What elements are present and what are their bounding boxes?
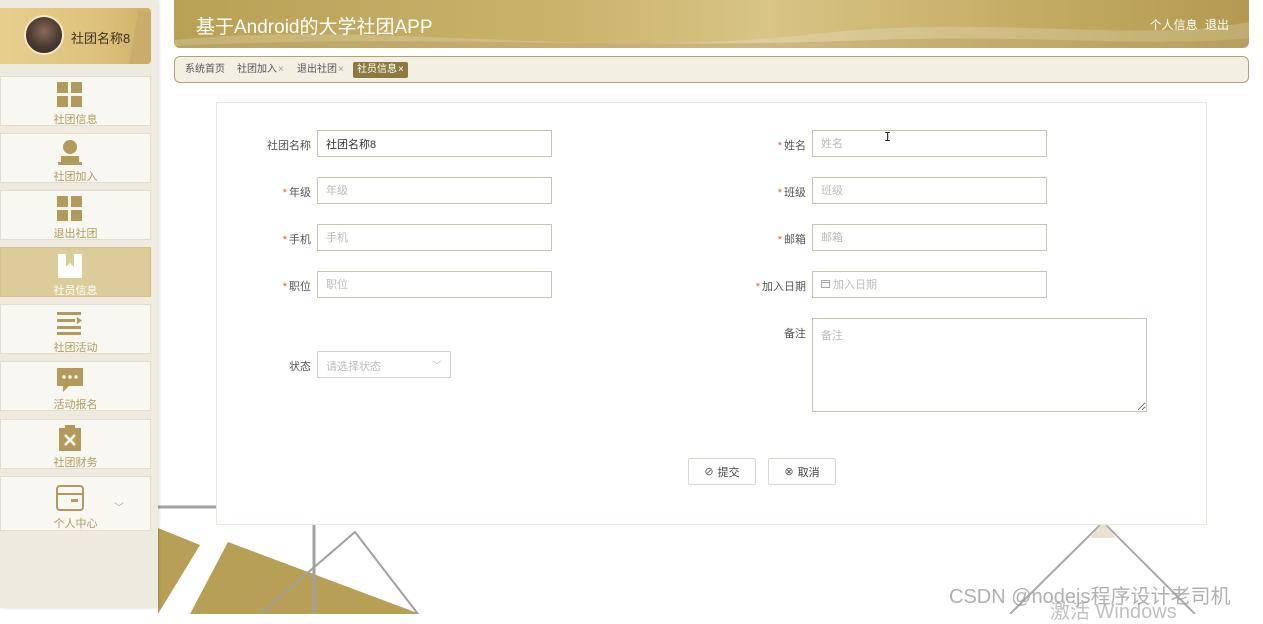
header-links: 个人信息 退出 [1146,16,1229,33]
remarks-textarea[interactable] [812,318,1147,412]
required-mark: * [282,281,287,293]
class-label: * 班级 [777,187,806,199]
tab-join-club[interactable]: 社团加入× [233,62,288,78]
text-cursor-icon: I [884,130,892,144]
join-date-field[interactable] [812,271,1047,298]
email-label: * 邮箱 [777,234,806,246]
join-date-label: * 加入日期 [755,281,806,293]
position-label: * 职位 [282,281,311,293]
grade-label: * 年级 [282,187,311,199]
sidebar-item-club-activity[interactable]: 社团活动 [0,304,151,354]
class-field[interactable] [812,177,1047,204]
submit-button[interactable]: ⊘ 提交 [688,458,756,485]
card-icon [56,485,84,511]
bookmark-icon [58,254,82,278]
sidebar-item-label: 个人中心 [53,518,98,530]
user-icon [58,140,82,165]
sidebar-item-label: 社员信息 [53,285,98,297]
sidebar-item-label: 社团信息 [53,114,98,126]
sidebar-item-club-info[interactable]: 社团信息 [0,76,151,126]
tab-label: 社员信息 [357,64,397,75]
app-title: 基于Android的大学社团APP [196,17,433,38]
calendar-icon [821,280,830,288]
name-label: * 姓名 [777,140,806,152]
logout-link[interactable]: 退出 [1205,18,1229,32]
close-icon[interactable]: × [278,64,284,75]
tab-label: 退出社团 [297,64,337,75]
status-label: 状态 [289,361,311,373]
sidebar-item-quit-club[interactable]: 退出社团 [0,190,151,240]
chevron-down-icon: ﹀ [432,361,442,372]
cancel-button[interactable]: ⊗ 取消 [768,458,836,485]
chat-icon [57,368,83,392]
profile-name: 社团名称8 [71,31,131,46]
required-mark: * [777,187,782,199]
profile-card-fold [127,10,151,64]
required-mark: * [755,281,760,293]
sidebar-item-join-club[interactable]: 社团加入 [0,133,151,183]
sidebar-item-member-info[interactable]: 社员信息 [0,247,151,297]
close-icon[interactable]: × [398,64,404,75]
club-name-label: 社团名称 [267,140,311,152]
grade-field[interactable] [317,177,552,204]
grid-icon [57,196,82,221]
avatar [24,15,64,55]
sidebar-item-label: 社团财务 [53,457,98,469]
status-select-placeholder: 请选择状态 [326,361,381,373]
required-mark: * [777,234,782,246]
email-field[interactable] [812,224,1047,251]
tab-member-info[interactable]: 社员信息× [353,62,408,78]
profile-card[interactable]: 社团名称8 [0,8,151,64]
sidebar-item-club-finance[interactable]: 社团财务 [0,419,151,469]
status-select[interactable]: 请选择状态 ﹀ [317,351,451,378]
name-field[interactable] [812,130,1047,157]
club-name-field[interactable] [317,130,552,157]
phone-label: * 手机 [282,234,311,246]
required-mark: * [282,187,287,199]
phone-field[interactable] [317,224,552,251]
tab-quit-club[interactable]: 退出社团× [293,62,348,78]
submit-button-label: 提交 [717,466,740,479]
tab-label: 系统首页 [185,64,225,75]
cancel-button-label: 取消 [797,466,820,479]
sidebar: 社团名称8 社团信息 社团加入 退出社团 社员信息 社团活动 活动报名 社团财务… [0,0,158,608]
close-circle-icon: ⊗ [784,466,794,478]
tab-home[interactable]: 系统首页 [181,62,229,78]
top-header: 基于Android的大学社团APP 个人信息 退出 [174,0,1249,48]
sidebar-item-label: 社团活动 [53,342,98,354]
required-mark: * [282,234,287,246]
required-mark: * [777,140,782,152]
grid-icon [57,82,82,107]
sidebar-item-label: 退出社团 [53,228,98,240]
sidebar-item-personal-center[interactable]: 个人中心 ﹀ [0,476,151,531]
tab-bar: 系统首页 社团加入× 退出社团× 社员信息× [174,56,1249,83]
check-circle-icon: ⊘ [704,466,714,478]
tab-label: 社团加入 [237,64,277,75]
position-field[interactable] [317,271,552,298]
chevron-down-icon[interactable]: ﹀ [114,499,124,514]
sidebar-item-label: 社团加入 [53,171,98,183]
sidebar-item-label: 活动报名 [53,399,98,411]
sidebar-item-activity-signup[interactable]: 活动报名 [0,361,151,411]
list-icon [57,312,82,335]
profile-link[interactable]: 个人信息 [1150,18,1198,32]
clipboard-x-icon [59,425,81,451]
close-icon[interactable]: × [338,64,344,75]
csdn-watermark: CSDN @nodejs程序设计老司机 [949,586,1231,608]
remarks-label: 备注 [784,328,806,340]
